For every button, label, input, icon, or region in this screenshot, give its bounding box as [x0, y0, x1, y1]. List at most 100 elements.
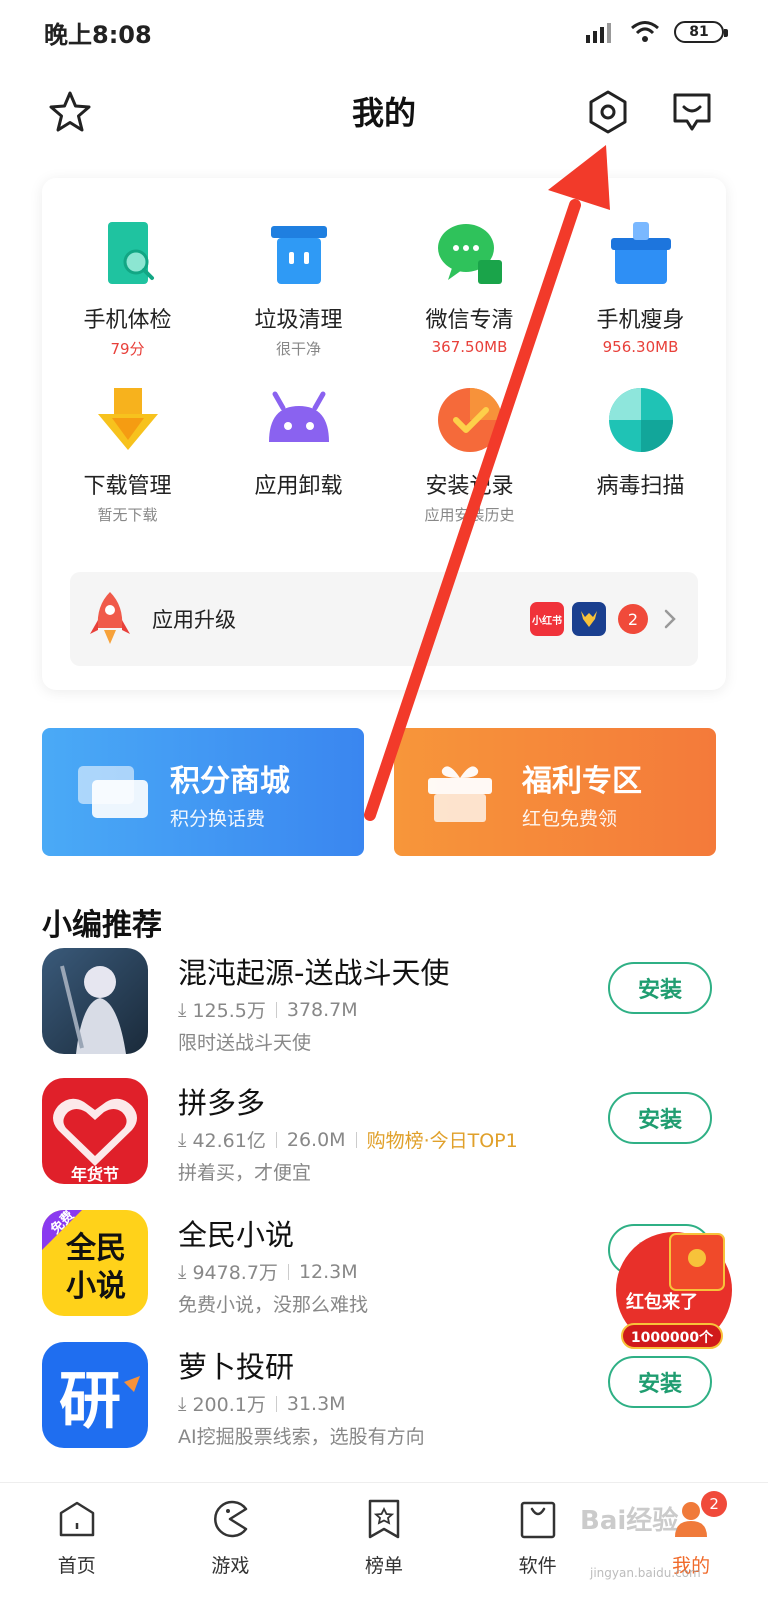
- nav-home[interactable]: 首页: [0, 1483, 154, 1600]
- list-item[interactable]: 混沌起源-送战斗天使 ⤓ 125.5万 378.7M 限时送战斗天使 安装: [42, 948, 726, 1058]
- settings-hexagon-icon: [589, 90, 627, 134]
- bag-icon: [520, 1501, 555, 1539]
- upgrade-count-badge: 2: [618, 604, 648, 634]
- tool-sub: 367.50MB: [431, 338, 508, 356]
- tool-label: 安装记录: [425, 474, 514, 499]
- tool-download-manager[interactable]: 下载管理 暂无下载: [42, 384, 213, 525]
- wechat-clean-icon: [434, 218, 506, 290]
- signal-icon: [586, 23, 611, 43]
- gift-icon: [428, 766, 492, 822]
- list-item[interactable]: 年货节 拼多多 ⤓ 42.61亿 26.0M 购物榜·今日TOP1 拼着买，才便…: [42, 1078, 726, 1188]
- install-record-icon: [434, 384, 506, 456]
- app-size: 12.3M: [298, 1260, 358, 1283]
- cards-icon: [78, 766, 148, 818]
- tool-label: 垃圾清理: [254, 308, 343, 333]
- settings-button[interactable]: [582, 86, 634, 138]
- divider: [287, 1263, 289, 1280]
- novel-icon: 免费 全民 小说: [42, 1210, 148, 1316]
- app-name: 拼多多: [178, 1086, 266, 1120]
- install-button[interactable]: 安装: [608, 1356, 712, 1408]
- svg-text:小说: 小说: [66, 1269, 126, 1304]
- upgrade-label: 应用升级: [152, 608, 236, 632]
- list-item[interactable]: 研 萝卜投研 ⤓ 200.1万 31.3M AI挖掘股票线索，选股有方向 安装: [42, 1342, 726, 1452]
- battery-indicator: 81: [674, 21, 728, 43]
- tool-sub: 956.30MB: [602, 338, 679, 356]
- message-button[interactable]: [666, 86, 718, 138]
- app-meta: ⤓ 9478.7万 12.3M: [178, 1258, 358, 1285]
- app-size: 26.0M: [286, 1128, 346, 1151]
- tool-wechat-clean[interactable]: 微信专清 367.50MB: [384, 218, 555, 356]
- svg-text:全民: 全民: [65, 1231, 126, 1266]
- app-meta: ⤓ 200.1万 31.3M: [178, 1390, 346, 1417]
- app-size: 378.7M: [286, 998, 358, 1021]
- title-bar: 我的: [0, 72, 768, 152]
- app-name: 混沌起源-送战斗天使: [178, 956, 450, 990]
- promo-title: 积分商城: [170, 764, 290, 799]
- tool-install-record[interactable]: 安装记录 应用安装历史: [384, 384, 555, 525]
- app-size: 31.3M: [286, 1392, 346, 1415]
- game-icon: [214, 1500, 248, 1538]
- divider: [355, 1131, 357, 1148]
- tool-phone-check[interactable]: 手机体检 79分: [42, 218, 213, 359]
- nav-games[interactable]: 游戏: [154, 1483, 308, 1600]
- android-icon: [263, 384, 335, 456]
- nav-label: 榜单: [364, 1555, 403, 1577]
- download-arrow-icon: ⤓: [178, 1260, 193, 1283]
- promo-title: 福利专区: [522, 764, 642, 799]
- download-arrow-icon: ⤓: [178, 1392, 193, 1415]
- tool-phone-slim[interactable]: 手机瘦身 956.30MB: [555, 218, 726, 356]
- mini-app-label: 小红书: [532, 615, 562, 627]
- app-description: 限时送战斗天使: [178, 1032, 312, 1054]
- tool-sub: 79分: [110, 340, 145, 358]
- icon-caption: 研: [59, 1364, 121, 1437]
- message-icon: [673, 93, 711, 131]
- install-button[interactable]: 安装: [608, 962, 712, 1014]
- download-arrow-icon: ⤓: [178, 998, 193, 1021]
- luobo-icon: 研: [42, 1342, 148, 1448]
- wifi-icon: [631, 21, 659, 42]
- app-description: 免费小说，没那么难找: [178, 1294, 369, 1316]
- tool-label: 应用卸载: [254, 474, 343, 499]
- pinduoduo-icon: 年货节: [42, 1078, 148, 1184]
- tool-sub: 很干净: [275, 340, 321, 358]
- tool-trash-clean[interactable]: 垃圾清理 很干净: [213, 218, 384, 359]
- home-icon: [59, 1501, 95, 1537]
- download-arrow-icon: ⤓: [178, 1128, 193, 1151]
- tool-virus-scan[interactable]: 病毒扫描: [555, 384, 726, 504]
- xiaohongshu-mini-icon: 小红书: [530, 602, 564, 636]
- nav-label: 首页: [57, 1555, 96, 1577]
- status-icons: 81: [586, 20, 728, 44]
- icon-caption: 年货节: [71, 1165, 119, 1184]
- rocket-icon: [90, 592, 130, 644]
- chevron-right-icon: [664, 609, 676, 629]
- virus-scan-icon: [605, 384, 677, 456]
- download-icon: [92, 384, 164, 456]
- battery-level: 81: [689, 24, 709, 40]
- tools-card: 手机体检 79分 垃圾清理 很干净 微信专清 367.50MB 手机瘦身 956…: [42, 178, 726, 690]
- tool-label: 微信专清: [425, 308, 514, 333]
- app-description: 拼着买，才便宜: [178, 1162, 312, 1184]
- section-title: 小编推荐: [42, 908, 162, 943]
- points-mall-banner[interactable]: 积分商城 积分换话费: [42, 728, 364, 856]
- ranking-icon: [368, 1499, 400, 1539]
- tool-app-uninstall[interactable]: 应用卸载: [213, 384, 384, 504]
- install-button[interactable]: 安装: [608, 1092, 712, 1144]
- app-downloads: 200.1万: [192, 1394, 266, 1416]
- deer-app-mini-icon: [572, 602, 606, 636]
- tool-label: 下载管理: [83, 474, 172, 499]
- tool-sub: 应用安装历史: [424, 506, 515, 524]
- nav-ranking[interactable]: 榜单: [307, 1483, 461, 1600]
- page-title: 我的: [351, 94, 416, 132]
- tool-label: 手机体检: [83, 308, 172, 333]
- red-packet-float[interactable]: 红包来了 1000000个: [612, 1224, 742, 1356]
- welfare-zone-banner[interactable]: 福利专区 红包免费领: [394, 728, 716, 856]
- tool-label: 手机瘦身: [596, 308, 685, 333]
- baidu-watermark: Bai经验: [580, 1506, 679, 1536]
- divider: [275, 1395, 277, 1412]
- tool-label: 病毒扫描: [596, 474, 685, 499]
- divider: [275, 1001, 277, 1018]
- app-meta: ⤓ 125.5万 378.7M: [178, 996, 358, 1023]
- nav-label: 游戏: [211, 1555, 250, 1577]
- status-time: 晚上8:08: [44, 20, 152, 49]
- app-upgrade-row[interactable]: 应用升级 小红书 2: [70, 572, 698, 666]
